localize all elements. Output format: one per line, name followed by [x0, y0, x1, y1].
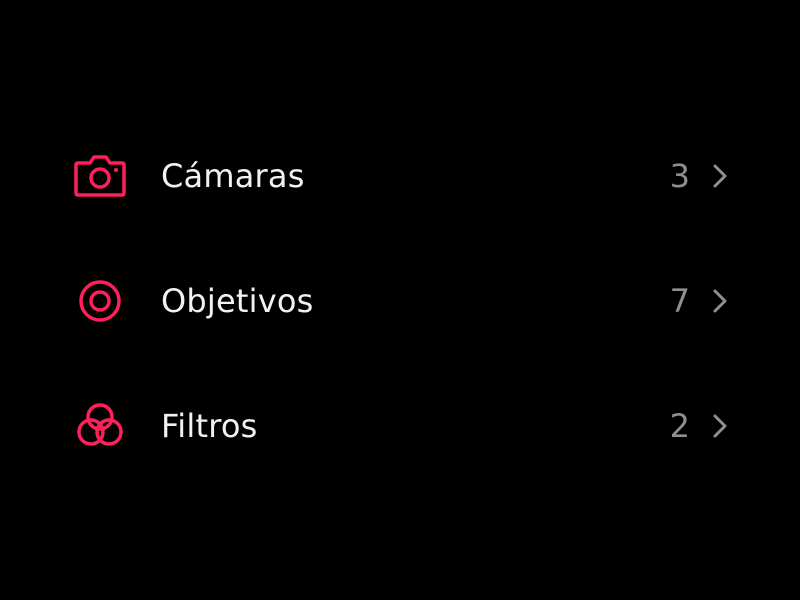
chevron-right-icon: [709, 287, 731, 315]
filters-icon: [70, 396, 130, 456]
screen: Cámaras 3 Objetivos 7 Filtros 2: [0, 0, 800, 600]
list-item-objetivos[interactable]: Objetivos 7: [0, 261, 800, 341]
lens-icon: [70, 271, 130, 331]
list-item-count: 2: [669, 407, 690, 445]
list-item-label: Filtros: [161, 407, 258, 445]
list-item-label: Objetivos: [161, 282, 314, 320]
list-item-camaras[interactable]: Cámaras 3: [0, 136, 800, 216]
list-item-count: 7: [669, 282, 690, 320]
chevron-right-icon: [709, 412, 731, 440]
list-item-filtros[interactable]: Filtros 2: [0, 386, 800, 466]
list-item-label: Cámaras: [161, 157, 305, 195]
chevron-right-icon: [709, 162, 731, 190]
camera-icon: [70, 146, 130, 206]
list-item-count: 3: [669, 157, 690, 195]
